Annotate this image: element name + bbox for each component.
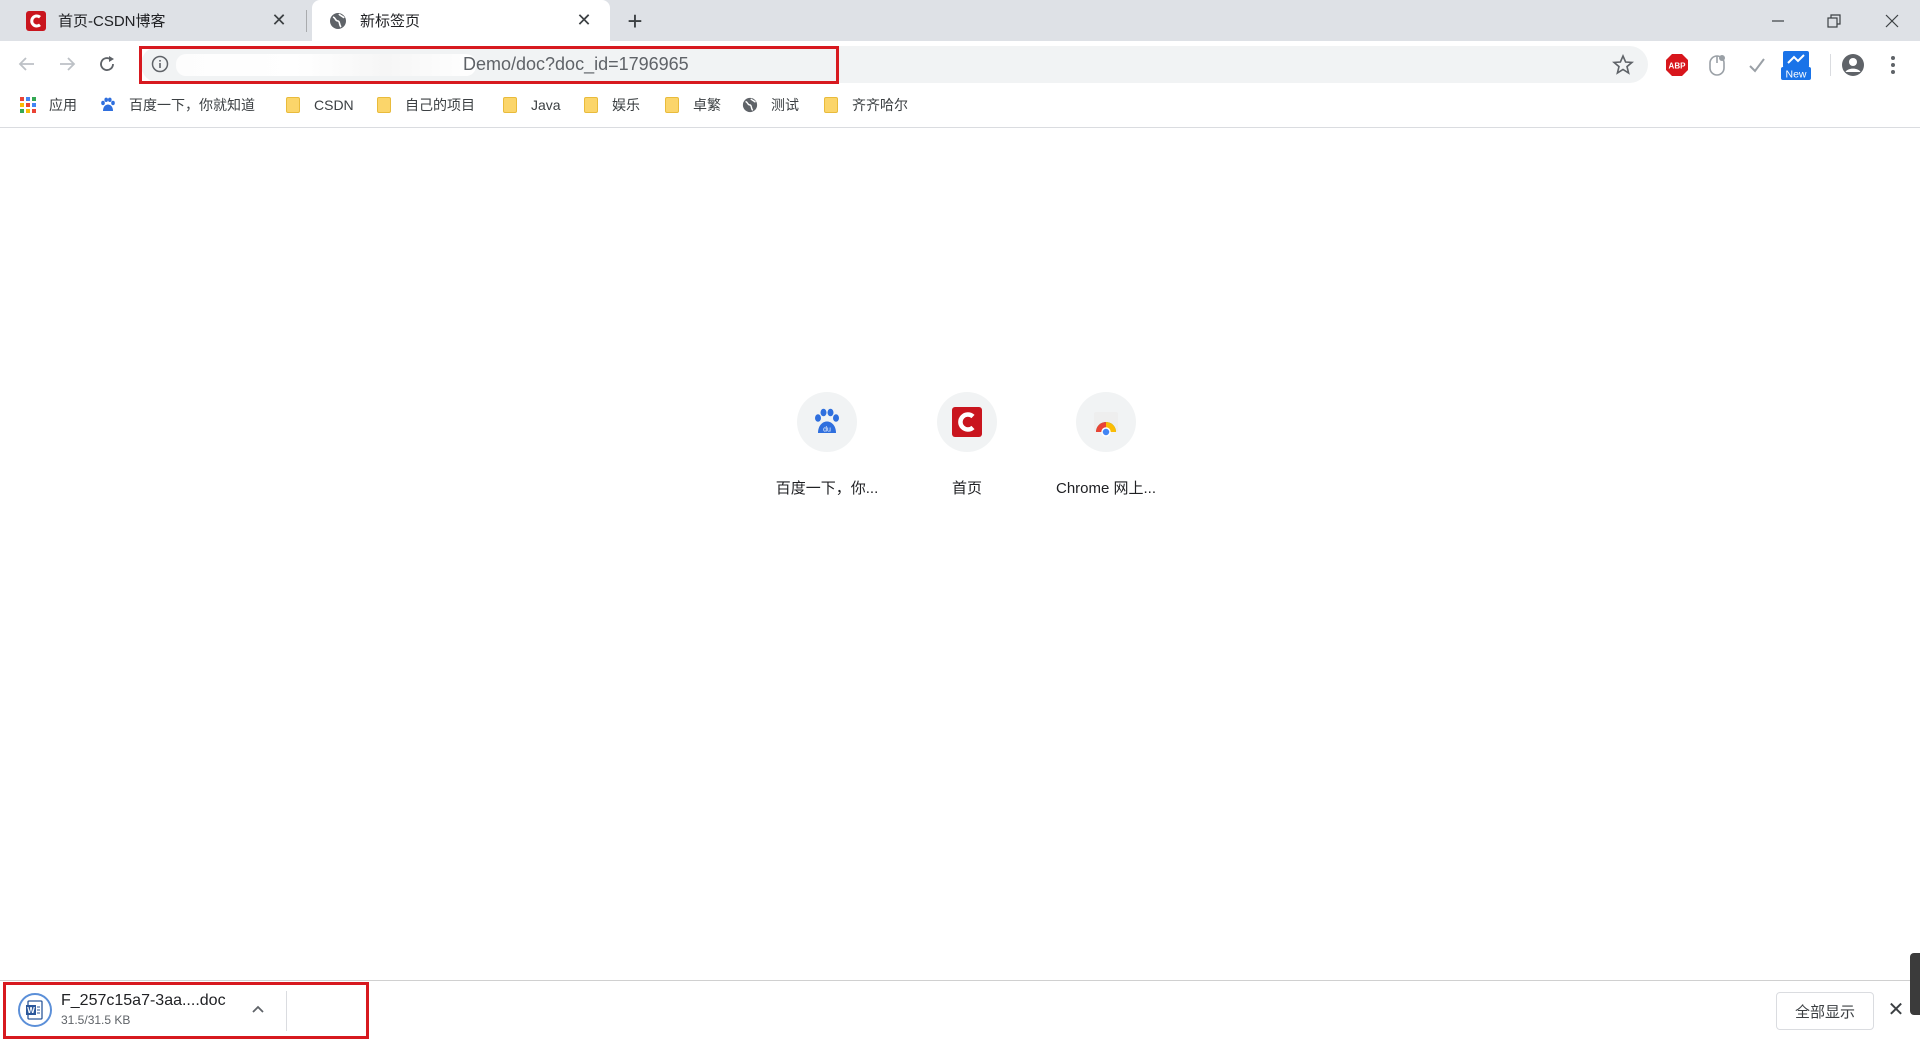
bookmark-label: 应用 [49, 97, 77, 113]
chrome-webstore-icon [1094, 412, 1118, 437]
baidu-paw-icon: du [815, 408, 839, 434]
forward-button[interactable] [52, 49, 82, 79]
forward-arrow-icon [60, 57, 76, 71]
mouse-extension-icon[interactable] [1704, 52, 1730, 78]
globe-icon [328, 11, 348, 31]
bookmark-label: 娱乐 [612, 97, 640, 113]
reload-button[interactable] [92, 49, 122, 79]
download-highlight-box [3, 982, 369, 1039]
close-shelf-icon[interactable]: ✕ [1886, 999, 1906, 1021]
new-tab-button[interactable]: + [620, 6, 650, 36]
minimize-icon[interactable] [1750, 0, 1806, 41]
bookmark-folder-java[interactable]: Java [502, 88, 561, 122]
close-tab-icon[interactable]: ✕ [267, 9, 291, 33]
shortcut-baidu[interactable]: du 百度一下，你... [757, 392, 897, 498]
side-widget-handle[interactable] [1910, 953, 1920, 1015]
restore-icon[interactable] [1806, 0, 1862, 41]
shortcut-label: 百度一下，你... [775, 480, 879, 497]
shortcut-icon-circle: du [797, 392, 857, 452]
close-window-icon[interactable] [1864, 0, 1920, 41]
folder-icon [823, 97, 839, 113]
back-arrow-icon [18, 57, 34, 71]
bookmark-label: 齐齐哈尔 [852, 97, 908, 113]
profile-avatar-icon[interactable] [1840, 52, 1866, 78]
show-all-downloads-button[interactable]: 全部显示 [1776, 992, 1874, 1030]
bookmark-label: 百度一下，你就知道 [129, 97, 255, 113]
shortcut-chrome-webstore[interactable]: Chrome 网上... [1036, 392, 1176, 498]
toolbar: Demo/doc?doc_id=1796965 ABP New [0, 41, 1920, 88]
checkmark-extension-icon[interactable] [1744, 52, 1770, 78]
bookmark-label: 测试 [771, 97, 799, 113]
tab-new-tab[interactable]: 新标签页 ✕ [312, 0, 610, 41]
bookmark-label: 自己的项目 [405, 97, 475, 113]
bookmark-star-icon[interactable] [1612, 54, 1634, 76]
bookmark-folder-qiqihar[interactable]: 齐齐哈尔 [823, 88, 908, 122]
folder-icon [502, 97, 518, 113]
bookmark-test[interactable]: 测试 [742, 88, 799, 122]
folder-icon [376, 97, 392, 113]
folder-icon [285, 97, 301, 113]
tab-csdn[interactable]: 首页-CSDN博客 ✕ [0, 0, 305, 41]
reload-icon [100, 56, 114, 71]
address-highlight-box [139, 46, 839, 84]
csdn-logo-icon [26, 10, 46, 31]
tab-title: 新标签页 [360, 13, 421, 30]
bookmark-label: CSDN [314, 97, 354, 113]
folder-icon [583, 97, 599, 113]
menu-kebab-icon[interactable] [1880, 52, 1906, 78]
bookmark-baidu[interactable]: 百度一下，你就知道 [100, 88, 255, 122]
shortcut-label: 首页 [951, 480, 982, 497]
tab-title: 首页-CSDN博客 [58, 13, 166, 30]
svg-text:ABP: ABP [1669, 62, 1687, 71]
baidu-paw-icon [100, 97, 116, 113]
tab-separator [306, 10, 307, 32]
csdn-logo-icon [952, 407, 982, 437]
svg-text:du: du [823, 427, 831, 434]
bookmark-folder-entertainment[interactable]: 娱乐 [583, 88, 640, 122]
bookmark-label: Java [531, 97, 561, 113]
adblock-plus-icon[interactable]: ABP [1664, 52, 1690, 78]
bookmark-folder-csdn[interactable]: CSDN [285, 88, 354, 122]
tab-strip: 首页-CSDN博客 ✕ 新标签页 ✕ + [0, 0, 1920, 41]
shortcut-icon-circle [937, 392, 997, 452]
new-badge-extension-icon[interactable]: New [1780, 49, 1812, 81]
bookmarks-bar: 应用 百度一下，你就知道 CSDN 自己的项目 Java 娱乐 卓繁 测试 齐齐… [0, 88, 1920, 128]
globe-icon [742, 97, 758, 113]
apps-grid-icon [20, 97, 36, 113]
bookmark-folder-projects[interactable]: 自己的项目 [376, 88, 475, 122]
bookmark-folder-zhuofan[interactable]: 卓繁 [664, 88, 721, 122]
back-button[interactable] [12, 49, 42, 79]
shortcut-csdn[interactable]: 首页 [897, 392, 1037, 498]
new-badge-text: New [1785, 69, 1806, 81]
shortcut-icon-circle [1076, 392, 1136, 452]
download-shelf: W F_257c15a7-3aa....doc 31.5/31.5 KB 全部显… [0, 980, 1920, 1040]
folder-icon [664, 97, 680, 113]
shortcut-label: Chrome 网上... [1055, 480, 1157, 497]
toolbar-divider [1830, 54, 1831, 76]
close-tab-icon[interactable]: ✕ [572, 9, 596, 33]
bookmark-label: 卓繁 [693, 97, 721, 113]
bookmark-apps[interactable]: 应用 [20, 88, 77, 122]
